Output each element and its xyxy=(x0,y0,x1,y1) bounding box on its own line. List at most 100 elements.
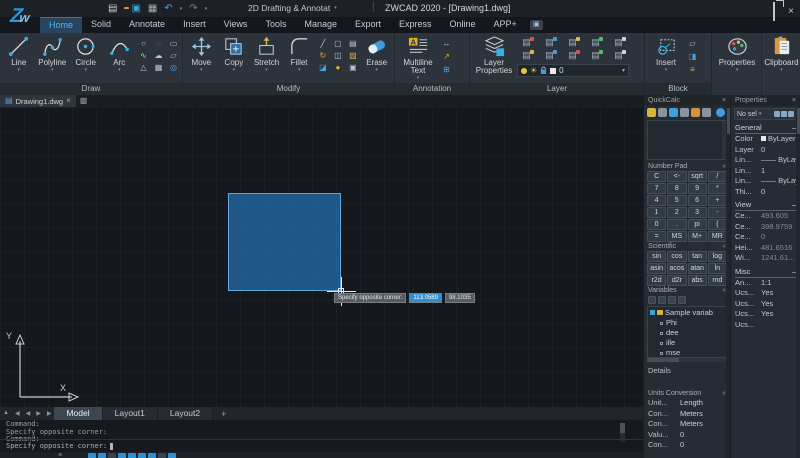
layer-tool-icon-7[interactable]: ▤ xyxy=(563,49,582,61)
layout-nav-icon-3[interactable]: ▶ xyxy=(33,410,44,417)
layer-tool-icon-6[interactable]: ▤ xyxy=(540,49,559,61)
selection-tool-icon-0[interactable] xyxy=(774,111,780,117)
status-toggle-icon-0[interactable] xyxy=(88,453,96,458)
layout-nav-icon-4[interactable]: ▶ xyxy=(44,410,55,417)
annotation-mini-tool-icon-2[interactable]: ⊞ xyxy=(440,64,453,75)
quickcalc-tool-icon-2[interactable] xyxy=(669,108,678,117)
draw-mini-tool-icon-8[interactable]: ◎ xyxy=(167,62,180,73)
props-row-value[interactable]: 493.605 xyxy=(761,211,788,222)
status-toggle-icon-1[interactable] xyxy=(98,453,106,458)
props-row-value[interactable]: ByLayer xyxy=(761,134,796,145)
variables-root[interactable]: Sample variab xyxy=(648,307,726,318)
numpad-key-/[interactable]: / xyxy=(708,171,727,182)
properties-button[interactable]: Properties▾ xyxy=(715,35,759,73)
menu-tab-manage[interactable]: Manage xyxy=(295,17,346,33)
layer-on-icon[interactable] xyxy=(521,68,527,74)
new-file-icon[interactable]: ▤ xyxy=(108,3,117,14)
document-tab[interactable]: ▤ Drawing1.dwg × xyxy=(0,95,76,107)
zwcad-logo-icon[interactable]: Zw xyxy=(2,1,37,32)
layer-color-swatch[interactable] xyxy=(550,68,556,74)
drawing-canvas[interactable]: Specify opposite corner: 113.0589 98.103… xyxy=(0,107,643,407)
props-row-value[interactable]: Yes xyxy=(761,309,773,320)
props-row-value[interactable]: 0 xyxy=(761,187,765,198)
modify-mini-tool-icon-6[interactable]: ◪ xyxy=(316,62,329,73)
sci-key-d2r[interactable]: d2r xyxy=(667,275,686,286)
sci-key-cos[interactable]: cos xyxy=(667,251,686,262)
modify-mini-tool-icon-8[interactable]: ▣ xyxy=(346,62,359,73)
variables-tool-icon-2[interactable] xyxy=(668,296,676,304)
annotation-panel-label[interactable]: Annotation xyxy=(395,83,469,95)
props-row-value[interactable]: 481.6516 xyxy=(761,243,792,254)
units-row-value[interactable]: 0 xyxy=(680,430,684,441)
units-conversion-header[interactable]: Units Conversion« xyxy=(644,389,730,398)
annotation-mini-tool-icon-1[interactable]: ↗ xyxy=(440,51,453,62)
draw-mini-tool-icon-6[interactable]: △ xyxy=(137,62,150,73)
dyn-input-y-field[interactable]: 98.1035 xyxy=(445,293,475,303)
draw-mini-tool-icon-0[interactable]: ○ xyxy=(137,38,150,49)
draw-mini-tool-icon-1[interactable]: ◌ xyxy=(152,38,165,49)
props-row-value[interactable]: 1:1 xyxy=(761,278,771,289)
numpad-key-([interactable]: ( xyxy=(708,219,727,230)
block-mini-tool-icon-0[interactable]: ▱ xyxy=(686,38,699,49)
status-menu-icon[interactable]: ≡ xyxy=(58,452,67,458)
draw-mini-tool-icon-3[interactable]: ∿ xyxy=(137,50,150,61)
sci-key-tan[interactable]: tan xyxy=(688,251,707,262)
sci-key-acos[interactable]: acos xyxy=(667,263,686,274)
layer-tool-icon-9[interactable]: ▤ xyxy=(609,49,628,61)
numpad-key-C[interactable]: C xyxy=(647,171,666,182)
dyn-input-x-field[interactable]: 113.0589 xyxy=(409,293,442,303)
modify-mini-tool-icon-2[interactable]: ▤ xyxy=(346,38,359,49)
menu-tab-online[interactable]: Online xyxy=(441,17,485,33)
layout-tab-layout2[interactable]: Layout2 xyxy=(158,407,213,420)
menu-tab-home[interactable]: Home xyxy=(40,17,82,33)
layer-tool-icon-3[interactable]: ▤ xyxy=(586,36,605,48)
redo-icon[interactable]: ↷ xyxy=(189,3,197,14)
selection-dropdown[interactable]: No sel ▾ xyxy=(734,108,797,120)
sci-key-asin[interactable]: asin xyxy=(647,263,666,274)
props-section-view[interactable]: View– xyxy=(735,200,796,211)
menu-tab-views[interactable]: Views xyxy=(215,17,257,33)
modify-mini-tool-icon-3[interactable]: ↻ xyxy=(316,50,329,61)
undo-icon[interactable]: ↶ xyxy=(164,3,172,14)
numpad-key-8[interactable]: 8 xyxy=(667,183,686,194)
variables-tree[interactable]: Sample variab Phideeillemse xyxy=(647,306,727,358)
menu-tab-annotate[interactable]: Annotate xyxy=(120,17,174,33)
draw-mini-tool-icon-5[interactable]: ▱ xyxy=(167,50,180,61)
numpad-key-MR[interactable]: MR xyxy=(708,231,727,242)
quickcalc-close-icon[interactable]: × xyxy=(722,97,726,104)
sci-key-r2d[interactable]: r2d xyxy=(647,275,666,286)
layout-tab-model[interactable]: Model xyxy=(54,407,102,420)
numpad-key-M+[interactable]: M+ xyxy=(688,231,707,242)
numberpad-header[interactable]: Number Pad« xyxy=(644,162,730,171)
print-icon[interactable]: ▦ xyxy=(148,3,157,14)
redo-dropdown-icon[interactable]: ▾ xyxy=(205,6,208,12)
move-button[interactable]: Move▾ xyxy=(186,35,217,73)
sci-key-abs[interactable]: abs xyxy=(688,275,707,286)
props-row-value[interactable]: —— ByLay xyxy=(761,155,796,166)
status-toggle-icon-2[interactable] xyxy=(108,453,116,458)
props-row-value[interactable]: 1241.61... xyxy=(761,253,794,264)
menu-tab-insert[interactable]: Insert xyxy=(174,17,215,33)
modify-mini-tool-icon-7[interactable]: ● xyxy=(331,62,344,73)
selection-tool-icon-2[interactable] xyxy=(788,111,794,117)
workspace-selector[interactable]: 2D Drafting & Annotat ▾ xyxy=(248,3,337,13)
draw-mini-tool-icon-4[interactable]: ☁ xyxy=(152,50,165,61)
quickcalc-tool-icon-1[interactable] xyxy=(658,108,667,117)
menu-tab-express[interactable]: Express xyxy=(390,17,441,33)
arc-button[interactable]: Arc▾ xyxy=(104,35,136,73)
draw-panel-label[interactable]: Draw xyxy=(0,83,182,95)
sci-key-sin[interactable]: sin xyxy=(647,251,666,262)
variable-dee[interactable]: dee xyxy=(648,328,726,338)
quickcalc-tool-icon-5[interactable] xyxy=(702,108,711,117)
numpad-key-0[interactable]: 0 xyxy=(647,219,666,230)
quickcalc-tool-icon-6[interactable] xyxy=(716,108,725,117)
props-row-value[interactable]: 398.9759 xyxy=(761,222,792,233)
add-layout-icon[interactable]: + xyxy=(213,409,234,419)
selection-tool-icon-1[interactable] xyxy=(781,111,787,117)
props-section-general[interactable]: General– xyxy=(735,123,796,134)
numpad-key-1[interactable]: 1 xyxy=(647,207,666,218)
numpad-key-<-[interactable]: <- xyxy=(667,171,686,182)
block-mini-tool-icon-1[interactable]: ◨ xyxy=(686,51,699,62)
layout-nav-icon-1[interactable]: ◀ xyxy=(12,410,23,417)
status-toggle-icon-4[interactable] xyxy=(128,453,136,458)
